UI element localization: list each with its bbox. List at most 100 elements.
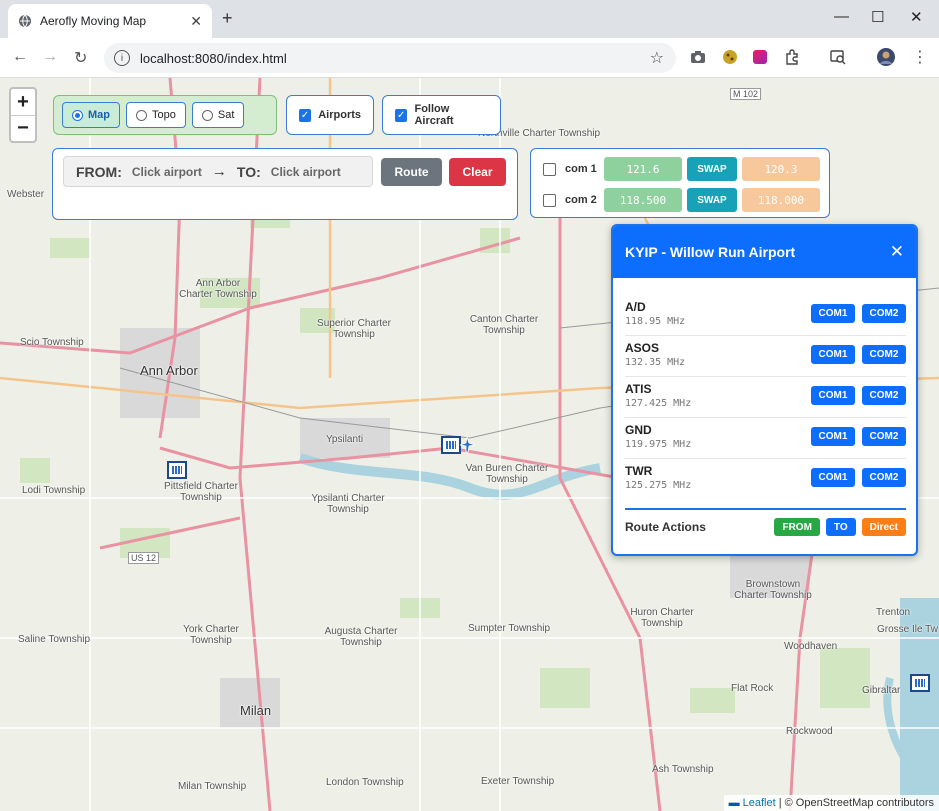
window-close-button[interactable]: ✕ <box>910 8 923 26</box>
maximize-button[interactable]: ☐ <box>871 8 884 26</box>
map-attribution: ▬ Leaflet | © OpenStreetMap contributors <box>723 795 939 811</box>
frequency-row: ASOS 132.35 MHz COM1 COM2 <box>625 337 906 377</box>
popup-title: KYIP - Willow Run Airport <box>625 244 796 260</box>
map-label: Woodhaven <box>784 641 838 652</box>
route-panel: FROM: Click airport → TO: Click airport … <box>52 148 518 220</box>
extension-gradient-icon[interactable] <box>752 49 768 65</box>
browser-tab[interactable]: Aerofly Moving Map ✕ <box>8 4 212 38</box>
follow-aircraft-label: Follow Aircraft <box>414 103 454 127</box>
layer-map-button[interactable]: Map <box>62 102 120 128</box>
com2-checkbox[interactable] <box>543 193 556 207</box>
frequency-mhz: 125.275 MHz <box>625 480 692 491</box>
back-icon[interactable]: ← <box>12 48 28 66</box>
set-from-button[interactable]: FROM <box>774 518 820 536</box>
com1-active-freq[interactable]: 121.6 <box>604 157 682 181</box>
airports-toggle[interactable]: ✓ Airports <box>286 95 374 135</box>
new-tab-button[interactable]: + <box>222 8 233 29</box>
map-label: Sumpter Township <box>468 623 551 634</box>
menu-kebab-icon[interactable]: ⋮ <box>912 47 928 67</box>
clear-button[interactable]: Clear <box>449 158 506 186</box>
set-com1-button[interactable]: COM1 <box>811 468 855 487</box>
com1-label: com 1 <box>565 163 597 175</box>
layer-topo-button[interactable]: Topo <box>126 102 186 128</box>
map-label: Milan Township <box>178 781 247 792</box>
com1-checkbox[interactable] <box>543 162 556 176</box>
url-text: localhost:8080/index.html <box>140 50 287 66</box>
zoom-in-button[interactable]: + <box>11 89 35 115</box>
layer-map-label: Map <box>88 109 110 121</box>
zoom-control: + − <box>9 87 37 143</box>
com1-standby-freq[interactable]: 120.3 <box>742 157 820 181</box>
set-com1-button[interactable]: COM1 <box>811 386 855 405</box>
frequency-name: ATIS <box>625 382 652 396</box>
tab-search-icon[interactable] <box>830 49 846 65</box>
extensions-puzzle-icon[interactable] <box>784 49 800 65</box>
map-label: Rockwood <box>786 726 833 737</box>
layer-switcher: Map Topo Sat <box>53 95 277 135</box>
map-label: Exeter Township <box>481 776 555 787</box>
address-bar[interactable]: i localhost:8080/index.html ☆ <box>104 43 676 73</box>
bookmark-star-icon[interactable]: ☆ <box>650 48 664 68</box>
route-actions: Route Actions FROM TO Direct <box>625 508 906 544</box>
map-label: Ash Township <box>652 764 714 775</box>
set-com2-button[interactable]: COM2 <box>862 386 906 405</box>
airports-toggle-label: Airports <box>318 109 361 121</box>
layer-sat-button[interactable]: Sat <box>191 102 245 128</box>
map-label: London Township <box>326 777 404 788</box>
reload-icon[interactable]: ↻ <box>74 48 87 68</box>
map-label: Milan <box>240 703 272 718</box>
tab-close-icon[interactable]: ✕ <box>190 13 202 30</box>
map-label: M 102 <box>730 88 762 100</box>
com2-standby-freq[interactable]: 118.000 <box>742 188 820 212</box>
set-com1-button[interactable]: COM1 <box>811 304 855 323</box>
map-label: Van Buren Charter Township <box>465 463 549 485</box>
checkbox-checked-icon[interactable]: ✓ <box>395 108 408 122</box>
zoom-out-button[interactable]: − <box>11 115 35 141</box>
set-com1-button[interactable]: COM1 <box>811 345 855 364</box>
frequency-row: ATIS 127.425 MHz COM1 COM2 <box>625 378 906 418</box>
minimize-button[interactable]: — <box>834 8 849 25</box>
globe-icon <box>19 14 31 28</box>
frequency-mhz: 132.35 MHz <box>625 357 686 368</box>
frequency-name: A/D <box>625 300 646 314</box>
com1-row: com 1 121.6 SWAP 120.3 <box>543 157 820 181</box>
map-label: Pittsfield Charter Township <box>164 481 238 503</box>
profile-avatar-icon[interactable] <box>877 48 895 66</box>
route-button[interactable]: Route <box>381 158 442 186</box>
checkbox-checked-icon[interactable]: ✓ <box>299 108 312 122</box>
map-label: Webster <box>7 189 45 200</box>
com2-swap-button[interactable]: SWAP <box>687 188 737 212</box>
airport-icon[interactable] <box>910 674 930 692</box>
map-label: Canton Charter Township <box>469 314 539 336</box>
route-field: FROM: Click airport → TO: Click airport <box>63 156 373 187</box>
arrow-icon: → <box>211 163 227 180</box>
direct-button[interactable]: Direct <box>861 518 906 536</box>
set-com2-button[interactable]: COM2 <box>862 345 906 364</box>
map-label: Ypsilanti Charter Township <box>311 493 385 515</box>
set-com2-button[interactable]: COM2 <box>862 468 906 487</box>
map-label: Brownstown Charter Township <box>734 579 812 601</box>
map-label: Lodi Township <box>22 485 86 496</box>
set-com2-button[interactable]: COM2 <box>862 304 906 323</box>
site-info-icon[interactable]: i <box>114 50 130 66</box>
radio-icon <box>72 109 83 121</box>
com1-swap-button[interactable]: SWAP <box>687 157 737 181</box>
set-to-button[interactable]: TO <box>825 518 856 536</box>
leaflet-link[interactable]: Leaflet <box>743 797 776 809</box>
follow-aircraft-toggle[interactable]: ✓ Follow Aircraft <box>382 95 501 135</box>
popup-close-icon[interactable]: ✕ <box>890 242 904 262</box>
route-actions-label: Route Actions <box>625 520 706 534</box>
radio-icon <box>136 109 147 121</box>
map-label: US 12 <box>128 552 160 564</box>
camera-icon[interactable] <box>690 49 706 65</box>
forward-icon[interactable]: → <box>42 48 58 66</box>
map-label: Flat Rock <box>731 683 774 694</box>
extension-cookie-icon[interactable] <box>722 49 738 65</box>
frequency-row: GND 119.975 MHz COM1 COM2 <box>625 419 906 459</box>
com2-active-freq[interactable]: 118.500 <box>604 188 682 212</box>
map-label: Superior Charter Township <box>317 318 391 340</box>
frequency-name: GND <box>625 423 652 437</box>
airport-icon[interactable] <box>167 461 187 479</box>
set-com2-button[interactable]: COM2 <box>862 427 906 446</box>
set-com1-button[interactable]: COM1 <box>811 427 855 446</box>
